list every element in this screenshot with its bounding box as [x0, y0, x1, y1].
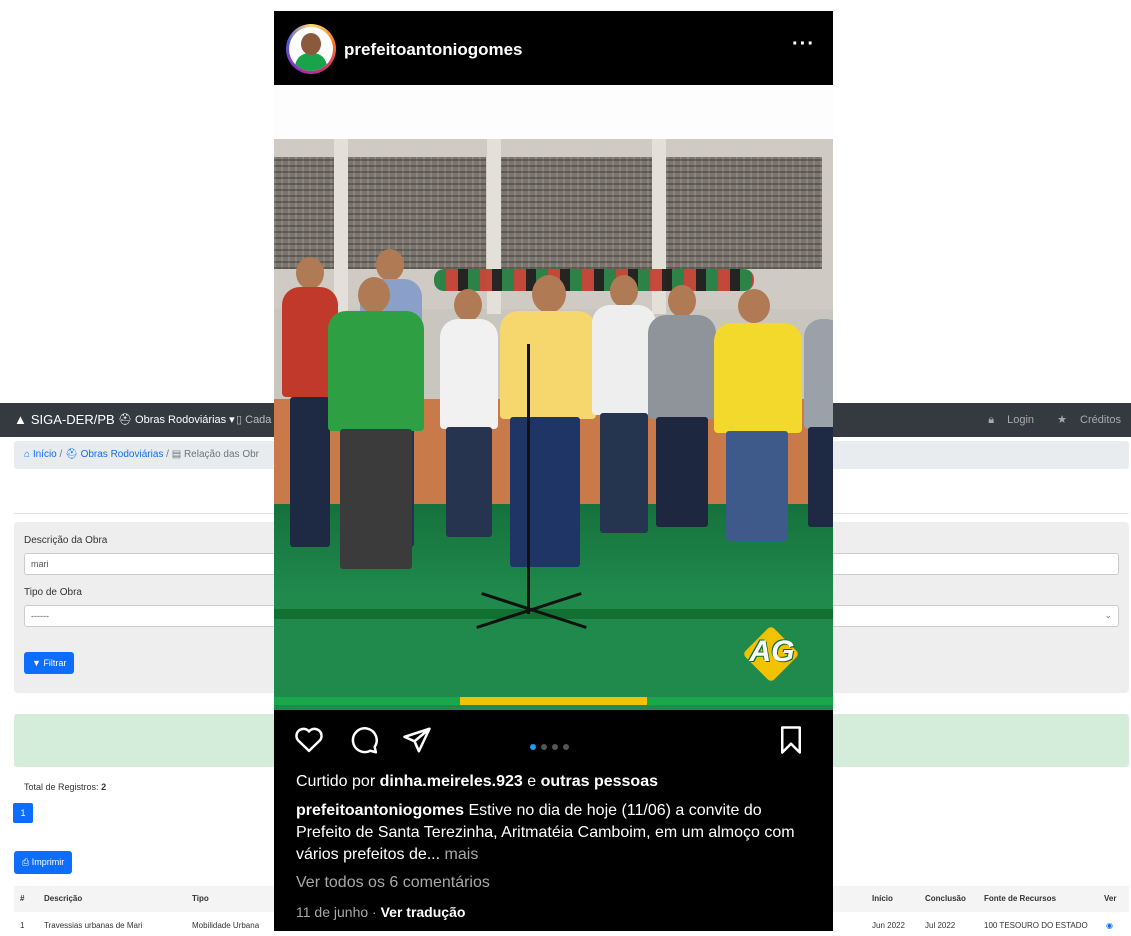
likes-user-link[interactable]: dinha.meireles.923 [380, 773, 523, 790]
post-username[interactable]: prefeitoantoniogomes [344, 40, 523, 60]
post-date: 11 de junho [296, 904, 369, 920]
avatar[interactable] [286, 24, 336, 74]
post-photo[interactable]: AG [274, 139, 833, 710]
td-num: 1 [20, 921, 25, 930]
carousel-dot[interactable] [530, 744, 536, 750]
chevron-down-icon: ⌄ [1104, 610, 1112, 620]
nav-right: 🔒︎ Login ★ Créditos [968, 413, 1121, 427]
stripe-green-left [274, 697, 461, 705]
photo-color-stripe [274, 697, 833, 705]
photo-pillar [334, 139, 348, 314]
post-caption: prefeitoantoniogomes Estive no dia de ho… [296, 800, 816, 866]
filter-icon: ▼ [32, 658, 41, 668]
photo-grille [500, 157, 652, 269]
photo-grille [666, 157, 822, 269]
stripe-green-right [646, 697, 833, 705]
carousel-dot[interactable] [552, 744, 558, 750]
total-value: 2 [101, 782, 107, 792]
creditos-label: Créditos [1080, 414, 1121, 426]
td-inicio: Jun 2022 [872, 921, 905, 930]
comment-icon[interactable] [349, 725, 379, 760]
total-registros: Total de Registros: 2 [24, 782, 106, 792]
filtrar-label: Filtrar [43, 658, 67, 668]
worker-icon: ⛑ [118, 414, 132, 426]
th-num: # [20, 894, 25, 903]
menu-obras-label: Obras Rodoviárias ▾ [135, 414, 235, 426]
post-actions [274, 715, 833, 765]
more-options-icon[interactable]: ··· [792, 33, 815, 56]
menu-cadastro-label: Cada [245, 414, 272, 426]
trash-icon: ▯ [236, 414, 243, 426]
avatar-shirt [295, 53, 327, 71]
menu-obras-rodoviarias[interactable]: ⛑ Obras Rodoviárias ▾ [118, 413, 235, 426]
microphone-stand [527, 344, 530, 614]
photo-grille [274, 157, 336, 269]
th-descricao[interactable]: Descrição [44, 894, 82, 903]
breadcrumb-obras-label: Obras Rodoviárias [80, 449, 164, 460]
avatar-face [301, 33, 321, 55]
tipo-label: Tipo de Obra [24, 587, 82, 598]
imprimir-button[interactable]: ⎙ Imprimir [14, 851, 73, 874]
likes-prefix: Curtido por [296, 773, 376, 790]
th-fonte[interactable]: Fonte de Recursos [984, 894, 1056, 903]
login-label: Login [1007, 414, 1035, 426]
eye-icon[interactable]: ◉ [1106, 921, 1113, 930]
breadcrumb-home-label: Início [32, 449, 57, 460]
avatar-photo [289, 27, 333, 71]
screenshot-root: ▲ SIGA-DER/PB ⛑ Obras Rodoviárias ▾ ▯ Cad… [0, 0, 1131, 936]
carousel-dot[interactable] [563, 744, 569, 750]
lock-icon: 🔒︎ [988, 414, 995, 426]
print-icon: ⎙ [22, 857, 30, 867]
td-tipo: Mobilidade Urbana [192, 921, 260, 930]
post-header: prefeitoantoniogomes ··· [274, 11, 833, 85]
creditos-link[interactable]: ★ Créditos [1047, 414, 1121, 426]
likes-line: Curtido por dinha.meireles.923 e outras … [296, 773, 658, 791]
th-ver: Ver [1104, 894, 1117, 903]
breadcrumb-relacao: ▤ Relação das Obr [171, 449, 259, 460]
share-icon[interactable] [402, 725, 432, 760]
carousel-dots [530, 737, 574, 755]
photo-grille [346, 157, 486, 269]
road-logo-icon: ▲ [14, 412, 27, 427]
td-fonte: 100 TESOURO DO ESTADO [984, 921, 1088, 930]
likes-and: e [527, 773, 537, 790]
descricao-label: Descrição da Obra [24, 535, 108, 546]
ag-logo-text: AG [749, 635, 795, 668]
brand[interactable]: ▲ SIGA-DER/PB [14, 412, 115, 427]
photo-top-band [274, 85, 833, 140]
login-link[interactable]: 🔒︎ Login [978, 414, 1034, 426]
th-inicio[interactable]: Início [872, 894, 893, 903]
view-comments-link[interactable]: Ver todos os 6 comentários [296, 874, 490, 892]
instagram-post: prefeitoantoniogomes ··· AG Curtido por … [274, 11, 833, 931]
breadcrumb-relacao-label: Relação das Obr [183, 449, 259, 460]
total-label: Total de Registros: [24, 782, 99, 792]
likes-others-link[interactable]: outras pessoas [541, 773, 658, 790]
th-tipo[interactable]: Tipo [192, 894, 209, 903]
imprimir-label: Imprimir [31, 857, 65, 867]
caption-username[interactable]: prefeitoantoniogomes [296, 802, 464, 819]
carousel-dot[interactable] [541, 744, 547, 750]
post-date-line: 11 de junho · Ver tradução [296, 904, 465, 920]
translate-link[interactable]: Ver tradução [381, 904, 466, 920]
brand-name: SIGA-DER/PB [30, 412, 115, 427]
photo-bunting [434, 269, 754, 291]
td-descricao: Travessias urbanas de Mari [44, 921, 143, 930]
date-separator: · [372, 904, 377, 920]
td-conclusao: Jul 2022 [925, 921, 956, 930]
th-conclusao[interactable]: Conclusão [925, 894, 966, 903]
bookmark-icon[interactable] [778, 725, 804, 760]
breadcrumb-obras[interactable]: ⛑ Obras Rodoviárias [65, 449, 163, 460]
ag-logo: AG [736, 625, 806, 683]
tipo-select-value: ------ [31, 611, 49, 621]
filtrar-button[interactable]: ▼ Filtrar [24, 652, 75, 674]
breadcrumb-home[interactable]: ⌂ Início [24, 449, 57, 460]
star-icon: ★ [1057, 414, 1067, 426]
caption-more-link[interactable]: mais [445, 846, 479, 863]
descricao-input-value: mari [31, 559, 49, 569]
pagination-page-1[interactable]: 1 [13, 803, 33, 823]
stripe-yellow [460, 697, 647, 705]
heart-icon[interactable] [294, 725, 324, 758]
menu-cadastro[interactable]: ▯ Cada [236, 413, 271, 426]
